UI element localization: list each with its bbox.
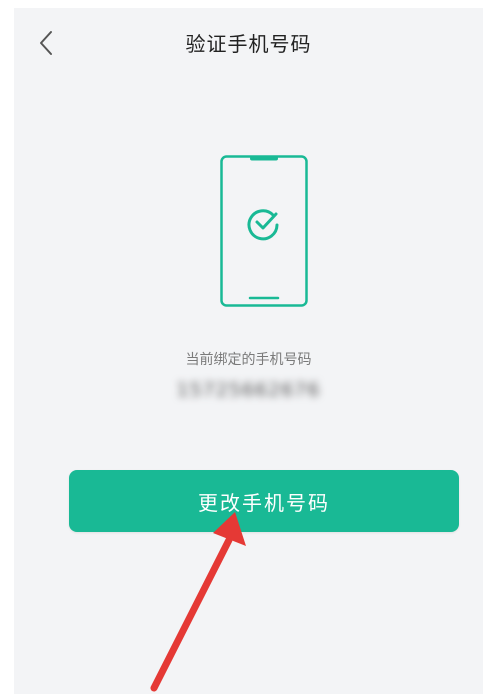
- phone-check-icon: [220, 155, 308, 307]
- bound-phone-number: 15725662676: [176, 379, 321, 401]
- page-title: 验证手机号码: [185, 32, 312, 56]
- status-bar: [0, 0, 483, 8]
- change-phone-button[interactable]: 更改手机号码: [69, 470, 459, 532]
- bound-phone-label: 当前绑定的手机号码: [185, 352, 312, 368]
- verify-phone-screen: 验证手机号码 当前绑定的手机号码 15725662676 更改手机号码: [14, 8, 483, 694]
- top-header: 验证手机号码: [14, 8, 483, 78]
